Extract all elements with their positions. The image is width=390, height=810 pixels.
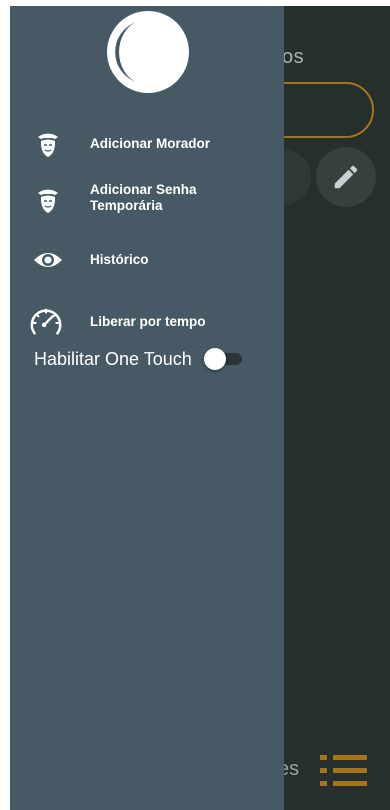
- list-menu-button[interactable]: [318, 751, 370, 796]
- menu-label: Adicionar Senha Temporária: [90, 182, 197, 213]
- list-icon: [320, 755, 367, 786]
- menu-label: Liberar por tempo: [90, 314, 206, 329]
- app-screen: os es Adicionar Morador Adicionar Senha …: [10, 6, 390, 810]
- person-hat-icon: [30, 182, 66, 218]
- navigation-drawer: Adicionar Morador Adicionar Senha Tempor…: [10, 6, 284, 810]
- one-touch-switch[interactable]: [203, 348, 242, 370]
- pencil-icon: [334, 165, 358, 189]
- one-touch-row: Habilitar One Touch: [34, 348, 242, 370]
- menu-item-adicionar-morador[interactable]: Adicionar Morador: [10, 126, 284, 162]
- speedometer-icon: [28, 304, 64, 340]
- person-hat-icon: [30, 126, 66, 162]
- background-title: os: [282, 46, 305, 68]
- menu-item-adicionar-senha-temporaria[interactable]: Adicionar Senha Temporária: [10, 180, 284, 220]
- menu-label: Adicionar Morador: [90, 136, 211, 151]
- app-logo: [106, 10, 190, 94]
- menu-label: Histórico: [90, 252, 149, 267]
- one-touch-label: Habilitar One Touch: [34, 348, 192, 369]
- edit-button[interactable]: [316, 147, 376, 207]
- eye-icon: [30, 242, 66, 278]
- menu-item-liberar-por-tempo[interactable]: Liberar por tempo: [10, 302, 284, 342]
- switch-thumb: [203, 348, 226, 370]
- menu-item-historico[interactable]: Histórico: [10, 242, 284, 278]
